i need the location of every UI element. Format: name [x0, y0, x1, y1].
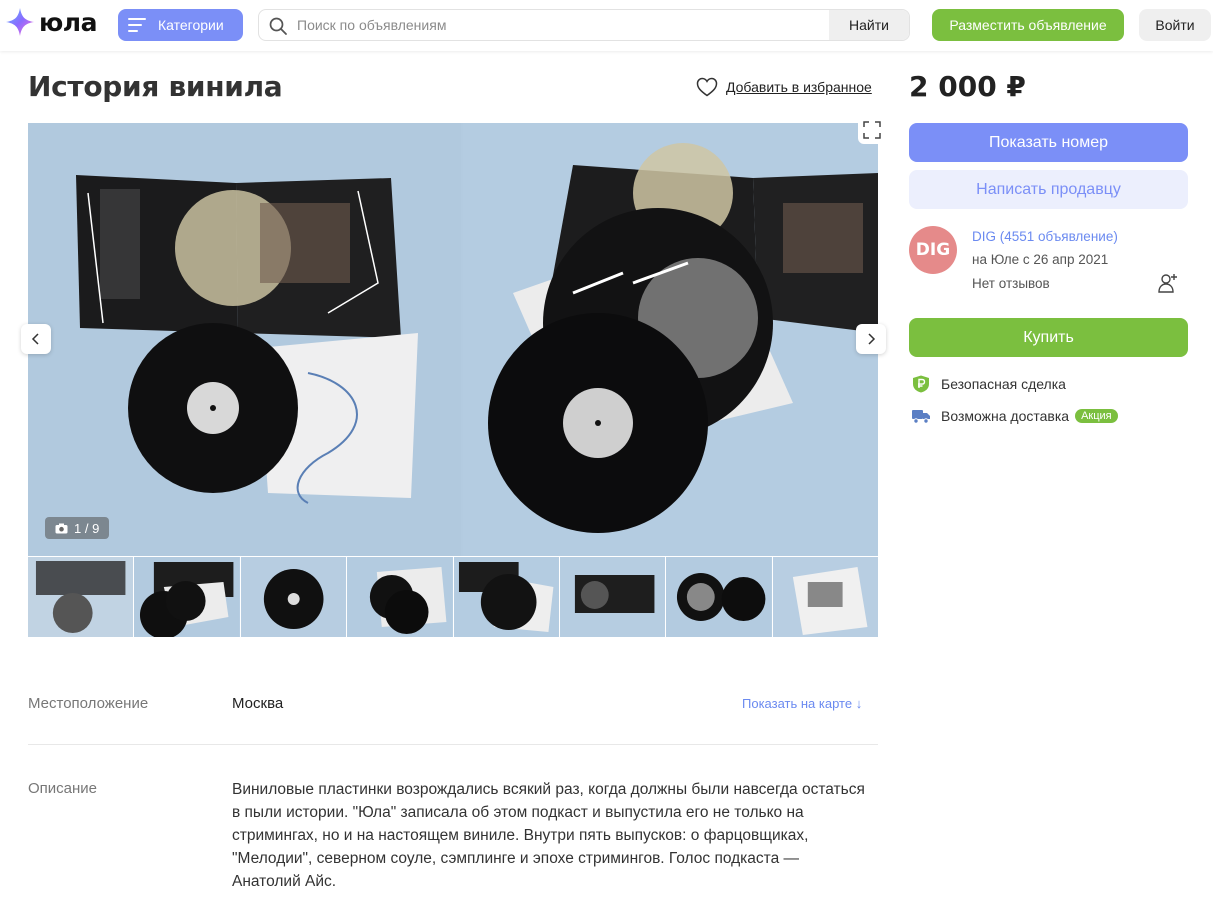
camera-icon: [55, 523, 68, 533]
categories-label: Категории: [158, 17, 224, 33]
location-label: Местоположение: [28, 695, 149, 712]
thumbnail[interactable]: [240, 557, 347, 637]
gallery-photo[interactable]: [28, 123, 461, 556]
safe-deal-feature: Безопасная сделка: [911, 375, 1066, 393]
safe-deal-label: Безопасная сделка: [941, 376, 1066, 392]
promo-badge: Акция: [1075, 409, 1118, 423]
search-input[interactable]: [297, 10, 827, 40]
logo-star-icon: [6, 8, 34, 36]
chevron-right-icon: [868, 333, 876, 345]
delivery-label: Возможна доставка: [941, 408, 1070, 424]
thumbnail[interactable]: [347, 557, 453, 637]
page-title: История винила: [28, 70, 283, 103]
seller-reviews: Нет отзывов: [972, 276, 1050, 291]
thumbnail[interactable]: [666, 557, 772, 637]
next-photo-button[interactable]: [856, 324, 886, 354]
price: 2 000 ₽: [909, 70, 1026, 103]
post-ad-button[interactable]: Разместить объявление: [932, 9, 1124, 41]
photo-counter: 1 / 9: [45, 517, 110, 539]
thumbnail[interactable]: [453, 557, 559, 637]
location-value: Москва: [232, 695, 284, 712]
buy-button[interactable]: Купить: [909, 318, 1188, 357]
expand-icon: [863, 121, 881, 139]
subscribe-user-icon[interactable]: [1156, 271, 1180, 295]
fullscreen-button[interactable]: [858, 116, 886, 144]
categories-button[interactable]: Категории: [118, 9, 243, 41]
search-button[interactable]: Найти: [829, 10, 909, 40]
menu-icon: [128, 18, 146, 32]
thumbnail[interactable]: [134, 557, 240, 637]
truck-icon: [912, 410, 930, 424]
thumbnail[interactable]: [772, 557, 878, 637]
description-label: Описание: [28, 780, 98, 797]
gallery-photo[interactable]: [463, 123, 878, 556]
logo-text: юла: [39, 7, 98, 37]
photo-counter-text: 1 / 9: [74, 520, 100, 536]
add-to-favorites-link[interactable]: Добавить в избранное: [696, 77, 872, 97]
description-text: Виниловые пластинки возрождались всякий …: [232, 781, 865, 890]
previous-photo-button[interactable]: [21, 324, 51, 354]
seller-name-link[interactable]: DIG (4551 объявление): [972, 229, 1118, 244]
shield-ruble-icon: [913, 375, 929, 393]
thumbnail-strip: [28, 557, 878, 637]
login-button[interactable]: Войти: [1139, 9, 1211, 41]
seller-since: на Юле с 26 апр 2021: [972, 252, 1109, 267]
logo[interactable]: юла: [4, 3, 98, 41]
show-on-map-link[interactable]: Показать на карте ↓: [742, 696, 862, 711]
top-header: юла Категории Найти Разместить объявлени…: [0, 0, 1213, 51]
search-bar: Найти: [258, 9, 910, 41]
add-to-favorites-label: Добавить в избранное: [726, 79, 872, 95]
divider: [28, 744, 878, 745]
photo-gallery: [28, 123, 878, 556]
message-seller-button[interactable]: Написать продавцу: [909, 170, 1188, 209]
show-phone-button[interactable]: Показать номер: [909, 123, 1188, 162]
heart-icon: [696, 77, 718, 97]
delivery-feature: Возможна доставка Акция: [911, 407, 1118, 425]
thumbnail[interactable]: [28, 557, 134, 637]
search-icon: [269, 17, 287, 35]
seller-avatar[interactable]: DIG: [909, 226, 957, 274]
thumbnail[interactable]: [559, 557, 666, 637]
chevron-left-icon: [31, 333, 39, 345]
